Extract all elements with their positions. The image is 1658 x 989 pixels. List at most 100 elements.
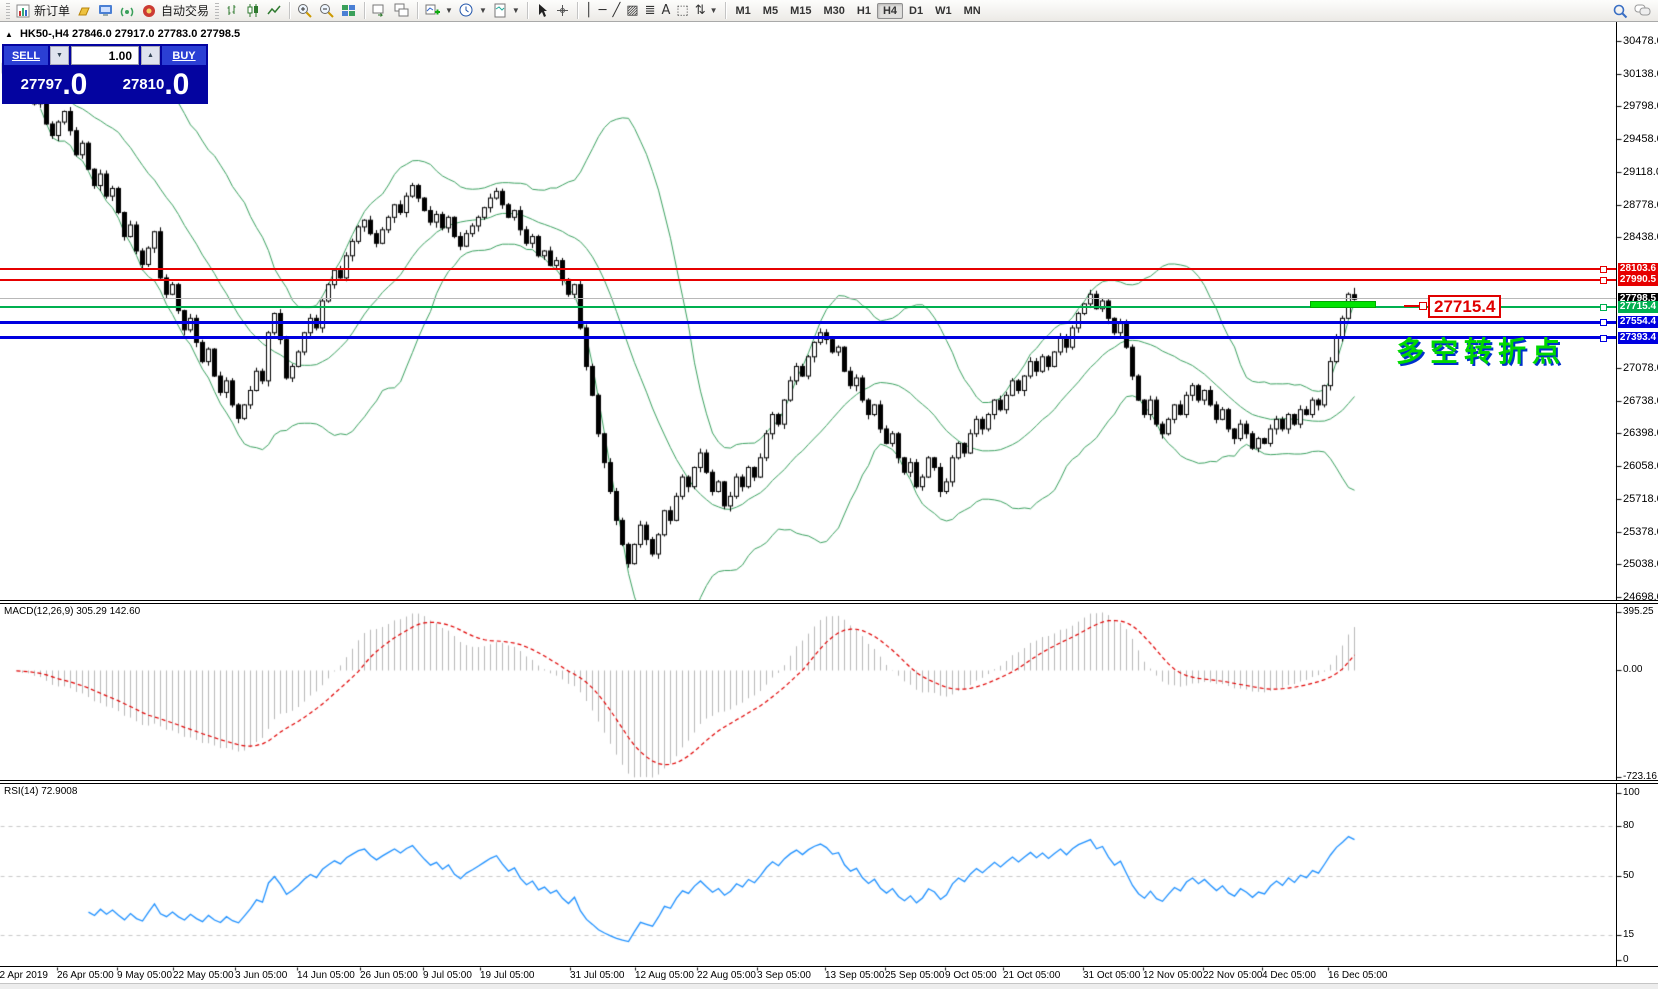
- arrows-button[interactable]: ⇅▼: [692, 1, 721, 21]
- toolbar-grip[interactable]: [215, 3, 219, 19]
- rsi-pane-splitter[interactable]: [0, 780, 1658, 784]
- time-axis-label: 31 Jul 05:00: [570, 970, 625, 981]
- zoom-in-button[interactable]: [294, 1, 316, 21]
- horizontal-line-27990.5[interactable]: [0, 279, 1616, 281]
- volume-up-button[interactable]: ▲: [141, 46, 160, 65]
- time-axis-label: 25 Sep 05:00: [885, 970, 945, 981]
- crosshair-icon: [555, 3, 570, 18]
- volume-down-button[interactable]: ▼: [50, 46, 69, 65]
- timeframe-h4-button[interactable]: H4: [877, 3, 903, 19]
- cascade-charts-icon: [394, 3, 410, 18]
- time-axis-label: 9 Jul 05:00: [423, 970, 472, 981]
- turning-point-label[interactable]: 多空转折点: [1396, 330, 1566, 370]
- horizontal-line-button[interactable]: ─: [596, 1, 610, 21]
- signal-icon: [120, 4, 136, 18]
- time-axis-label: 21 Oct 05:00: [1003, 970, 1060, 981]
- arrange-charts-icon: [372, 3, 388, 18]
- arrange-charts-button[interactable]: [369, 1, 391, 21]
- timeframe-mn-button[interactable]: MN: [958, 3, 987, 19]
- line-handle[interactable]: [1600, 304, 1607, 311]
- tile-windows-button[interactable]: [338, 1, 360, 21]
- dropdown-caret-icon: ▼: [479, 6, 487, 15]
- indicators-button[interactable]: ▼: [422, 1, 456, 21]
- one-click-trade-panel: SELL ▼ 1.00 ▲ BUY 27797 .0 27810 .0: [2, 44, 208, 104]
- sell-button[interactable]: SELL: [4, 46, 48, 65]
- toolbar-grip[interactable]: [6, 3, 10, 19]
- timeframe-m5-button[interactable]: M5: [757, 3, 784, 19]
- candlestick-button[interactable]: [243, 1, 264, 21]
- templates-button[interactable]: ▼: [490, 1, 523, 21]
- macd-pane-splitter[interactable]: [0, 600, 1658, 604]
- line-handle[interactable]: [1600, 277, 1607, 284]
- trendline-icon: ╱: [612, 3, 620, 18]
- cursor-icon: [535, 3, 549, 18]
- text-button[interactable]: A: [658, 1, 673, 21]
- search-button[interactable]: [1609, 1, 1631, 21]
- timeframe-d1-button[interactable]: D1: [903, 3, 929, 19]
- line-handle[interactable]: [1600, 319, 1607, 326]
- signals-button[interactable]: [117, 1, 139, 21]
- chart-ohlc-header: ▲ HK50-,H4 27846.0 27917.0 27783.0 27798…: [5, 28, 240, 40]
- collapse-arrow-icon[interactable]: ▲: [5, 30, 13, 39]
- line-chart-button[interactable]: [264, 1, 285, 21]
- price-axis-label: 28438.0: [1623, 231, 1658, 243]
- price-tag-27554.4: 27554.4: [1618, 316, 1658, 328]
- timeframe-m15-button[interactable]: M15: [784, 3, 817, 19]
- status-strip: [0, 983, 1658, 989]
- new-order-label: 新订单: [34, 2, 70, 19]
- template-icon: [493, 3, 508, 18]
- buy-price[interactable]: 27810 .0: [106, 67, 206, 102]
- horizontal-line-27554.4[interactable]: [0, 321, 1616, 324]
- time-axis-label: 19 Jul 05:00: [480, 970, 535, 981]
- clock-icon: [459, 3, 475, 18]
- chat-button[interactable]: [1631, 1, 1655, 21]
- symbol-label: HK50-,H4: [20, 28, 69, 40]
- chart-canvas[interactable]: [0, 0, 1658, 989]
- flag-anchor[interactable]: [1419, 302, 1427, 310]
- price-axis-label: 29458.0: [1623, 133, 1658, 145]
- horizontal-line-27393.4[interactable]: [0, 336, 1616, 339]
- timeframe-m1-button[interactable]: M1: [730, 3, 757, 19]
- cascade-charts-button[interactable]: [391, 1, 413, 21]
- buy-button[interactable]: BUY: [162, 46, 206, 65]
- macd-axis-label: -723.16: [1623, 771, 1657, 782]
- vertical-line-icon: │: [585, 3, 593, 18]
- profile-button[interactable]: [73, 1, 95, 21]
- support-segment[interactable]: [1310, 301, 1376, 308]
- tile-windows-icon: [341, 3, 357, 18]
- crosshair-button[interactable]: [552, 1, 573, 21]
- line-handle[interactable]: [1600, 266, 1607, 273]
- bar-chart-button[interactable]: [222, 1, 243, 21]
- fibonacci-button[interactable]: ≣: [642, 1, 659, 21]
- autotrade-button[interactable]: 自动交易: [139, 1, 212, 21]
- periods-button[interactable]: ▼: [456, 1, 490, 21]
- time-axis-label: 4 Dec 05:00: [1262, 970, 1316, 981]
- vertical-line-button[interactable]: │: [582, 1, 596, 21]
- new-order-button[interactable]: 新订单: [13, 1, 73, 21]
- sell-price[interactable]: 27797 .0: [4, 67, 104, 102]
- arrows-icon: ⇅: [695, 3, 706, 18]
- timeframe-h1-button[interactable]: H1: [851, 3, 877, 19]
- equidistant-channel-icon: ▨: [626, 3, 638, 18]
- search-icon: [1612, 3, 1628, 19]
- horizontal-line-27798.5[interactable]: [0, 298, 1616, 299]
- market-watch-button[interactable]: [95, 1, 117, 21]
- line-chart-icon: [267, 3, 282, 18]
- timeframe-w1-button[interactable]: W1: [929, 3, 958, 19]
- price-tag-27393.4: 27393.4: [1618, 332, 1658, 344]
- volume-input[interactable]: 1.00: [71, 46, 139, 65]
- cursor-button[interactable]: [532, 1, 552, 21]
- timeframe-m30-button[interactable]: M30: [817, 3, 850, 19]
- candlestick-icon: [246, 3, 261, 18]
- text-label-button[interactable]: ⬚: [673, 1, 691, 21]
- price-flag-box[interactable]: 27715.4: [1428, 295, 1501, 318]
- equidistant-channel-button[interactable]: ▨: [623, 1, 641, 21]
- rsi-axis-label: 80: [1623, 820, 1634, 831]
- trendline-button[interactable]: ╱: [609, 1, 623, 21]
- price-axis-label: 25378.0: [1623, 526, 1658, 538]
- zoom-out-button[interactable]: [316, 1, 338, 21]
- line-handle[interactable]: [1600, 335, 1607, 342]
- time-axis-label: 12 Apr 2019: [0, 970, 48, 981]
- price-axis-label: 27078.0: [1623, 362, 1658, 374]
- horizontal-line-28103.6[interactable]: [0, 268, 1616, 270]
